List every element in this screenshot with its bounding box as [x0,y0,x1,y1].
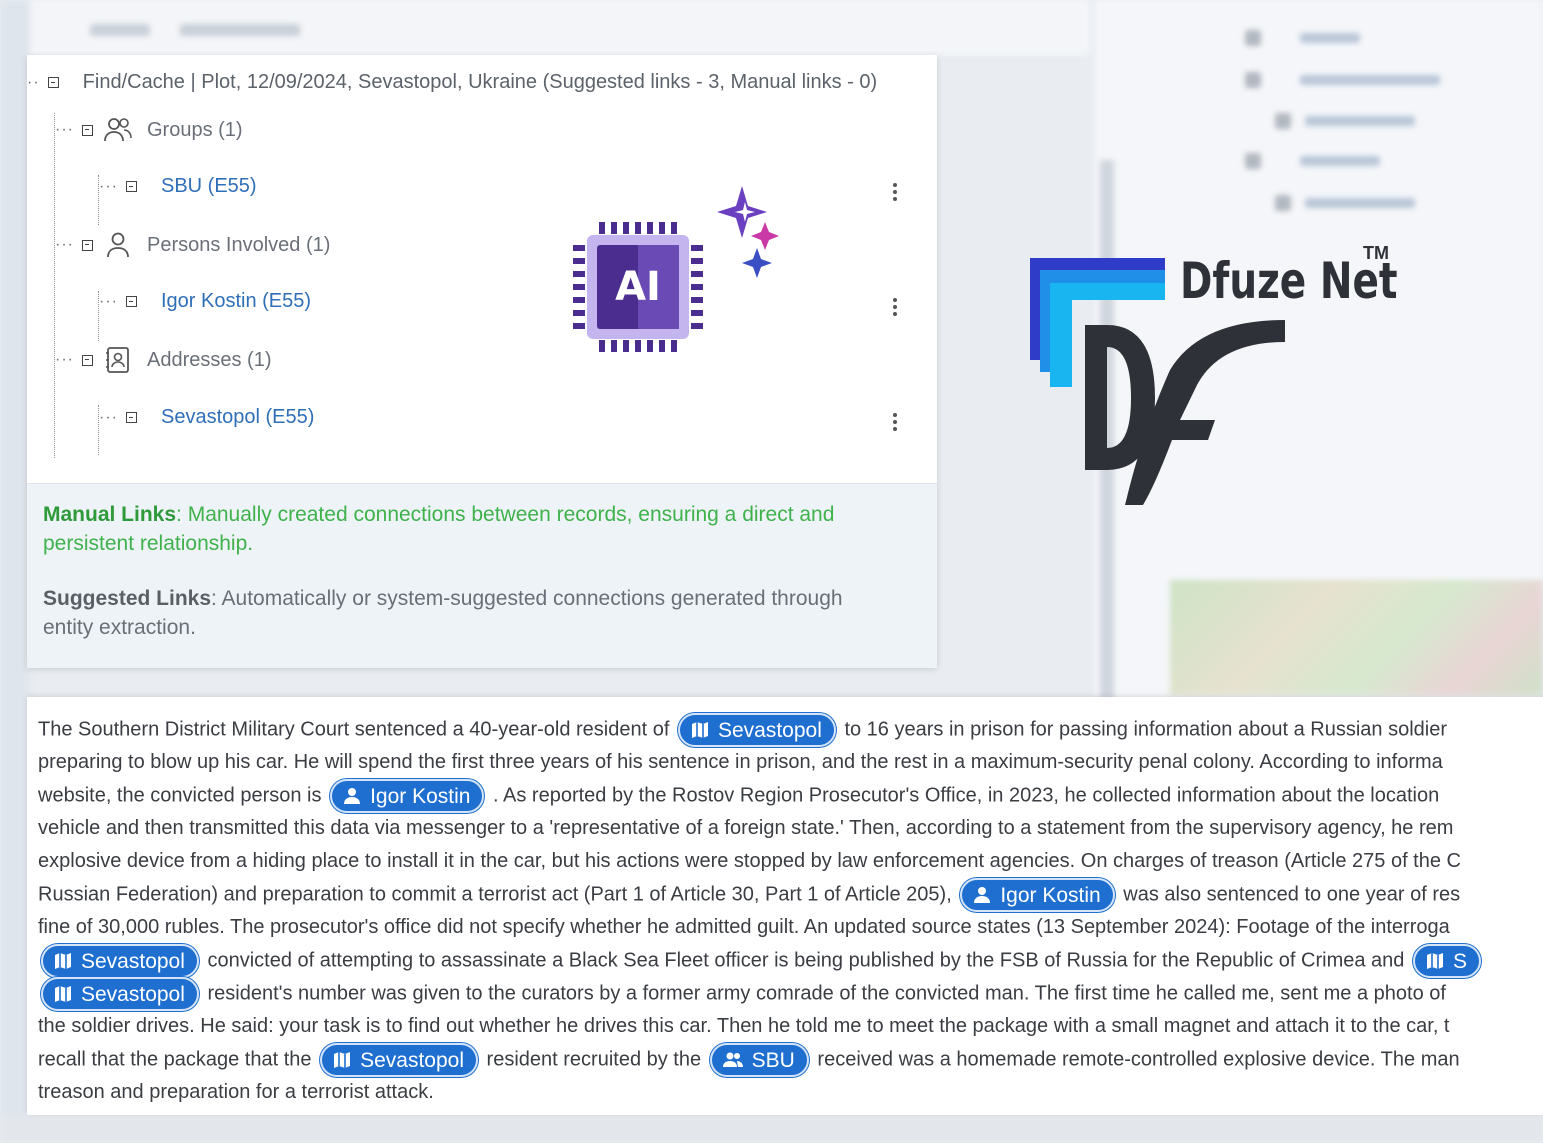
tree-item-link[interactable]: Igor Kostin (E55) [161,290,311,313]
article-text: preparing to blow up his car. He will sp… [38,751,1443,773]
ai-chip-label: AI [615,264,661,310]
article-text: recall that the package that the [38,1048,312,1071]
article-text: resident's number was given to the curat… [207,982,1446,1005]
entity-chip-person[interactable]: Igor Kostin [960,878,1115,912]
article-text: website, the convicted person is [38,784,322,807]
map-icon [332,1050,352,1070]
tree-group-groups[interactable]: ··· Groups (1) [55,115,243,145]
tree-header-row[interactable]: ·· Find/Cache | Plot, 12/09/2024, Sevast… [27,71,877,94]
links-legend-panel: Manual Links: Manually created connectio… [27,483,937,668]
person-icon [342,786,362,806]
collapse-icon[interactable] [81,354,93,366]
person-icon [103,230,133,260]
background-top-strip [30,0,1090,55]
article-text: convicted of attempting to assassinate a… [207,949,1405,972]
tree-group-persons[interactable]: ··· Persons Involved (1) [55,230,330,260]
links-tree-card: ·· Find/Cache | Plot, 12/09/2024, Sevast… [27,55,937,668]
trademark-label: TM [1363,243,1389,263]
entity-chip-location[interactable]: Sevastopol [41,977,199,1011]
entity-chip-location[interactable]: Sevastopol [41,944,199,978]
map-icon [53,951,73,971]
tree-header-text: Find/Cache | Plot, 12/09/2024, Sevastopo… [82,71,878,93]
more-options-icon[interactable] [893,180,899,204]
map-icon [690,720,710,740]
map-icon [53,984,73,1004]
article-text: fine of 30,000 rubles. The prosecutor's … [38,916,1450,938]
article-text: the soldier drives. He said: your task i… [38,1015,1450,1037]
tree-group-addresses[interactable]: ··· Addresses (1) [55,345,271,375]
collapse-icon[interactable] [81,239,93,251]
article-text: was also sentenced to one year of res [1123,883,1461,906]
chip-label: SBU [751,1048,795,1072]
chip-label: Sevastopol [717,718,822,742]
tree-item-sevastopol[interactable]: ··· Sevastopol (E55) [99,406,314,429]
map-icon [1425,951,1445,971]
tree-item-link[interactable]: SBU (E55) [161,175,257,198]
manual-links-description: Manual Links: Manually created connectio… [43,500,893,558]
collapse-icon[interactable] [81,124,93,136]
expand-icon[interactable] [125,181,137,192]
suggested-links-description: Suggested Links: Automatically or system… [43,584,893,642]
collapse-icon[interactable] [47,77,59,88]
background-map [1170,580,1543,695]
group-label: Persons Involved (1) [146,233,331,256]
article-paragraph: The Southern District Military Court sen… [38,713,1543,1109]
entity-chip-group[interactable]: SBU [709,1043,809,1077]
suggested-links-title: Suggested Links [43,587,212,610]
tree-item-sbu[interactable]: ··· SBU (E55) [99,175,257,198]
article-text: Russian Federation) and preparation to c… [38,883,952,906]
people-icon [722,1050,744,1070]
expand-icon[interactable] [125,412,137,423]
address-book-icon [103,345,133,375]
tree-item-link[interactable]: Sevastopol (E55) [161,406,314,429]
article-text: The Southern District Military Court sen… [38,718,670,741]
person-icon [972,885,992,905]
chip-label: Sevastopol [81,982,185,1006]
entity-chip-person[interactable]: Igor Kostin [330,779,485,813]
group-label: Addresses (1) [146,348,272,371]
chip-label: Sevastopol [81,949,185,973]
article-text: resident recruited by the [486,1048,702,1071]
article-text: to 16 years in prison for passing inform… [844,718,1447,741]
more-options-icon[interactable] [893,295,899,319]
chip-label: S [1452,949,1467,973]
article-text: treason and preparation for a terrorist … [38,1081,434,1103]
chip-label: Igor Kostin [370,784,471,808]
tree-item-igor-kostin[interactable]: ··· Igor Kostin (E55) [99,290,311,313]
article-text-card: The Southern District Military Court sen… [27,697,1543,1115]
entity-chip-location[interactable]: Sevastopol [677,713,836,747]
article-text: explosive device from a hiding place to … [38,850,1461,872]
people-icon [103,115,133,145]
entity-chip-location[interactable]: Sevastopol [320,1043,478,1077]
ai-chip-icon: AI [573,186,779,352]
article-text: vehicle and then transmitted this data v… [38,817,1454,839]
chip-label: Sevastopol [360,1048,464,1072]
manual-links-title: Manual Links [43,503,177,526]
background-left-strip [0,0,30,1143]
article-text: received was a homemade remote-controlle… [817,1048,1460,1071]
expand-icon[interactable] [125,296,137,307]
group-label: Groups (1) [146,118,243,141]
more-options-icon[interactable] [893,410,899,434]
chip-label: Igor Kostin [1000,883,1101,907]
article-text: . As reported by the Rostov Region Prose… [493,784,1440,807]
entity-chip-location[interactable]: S [1412,944,1481,978]
